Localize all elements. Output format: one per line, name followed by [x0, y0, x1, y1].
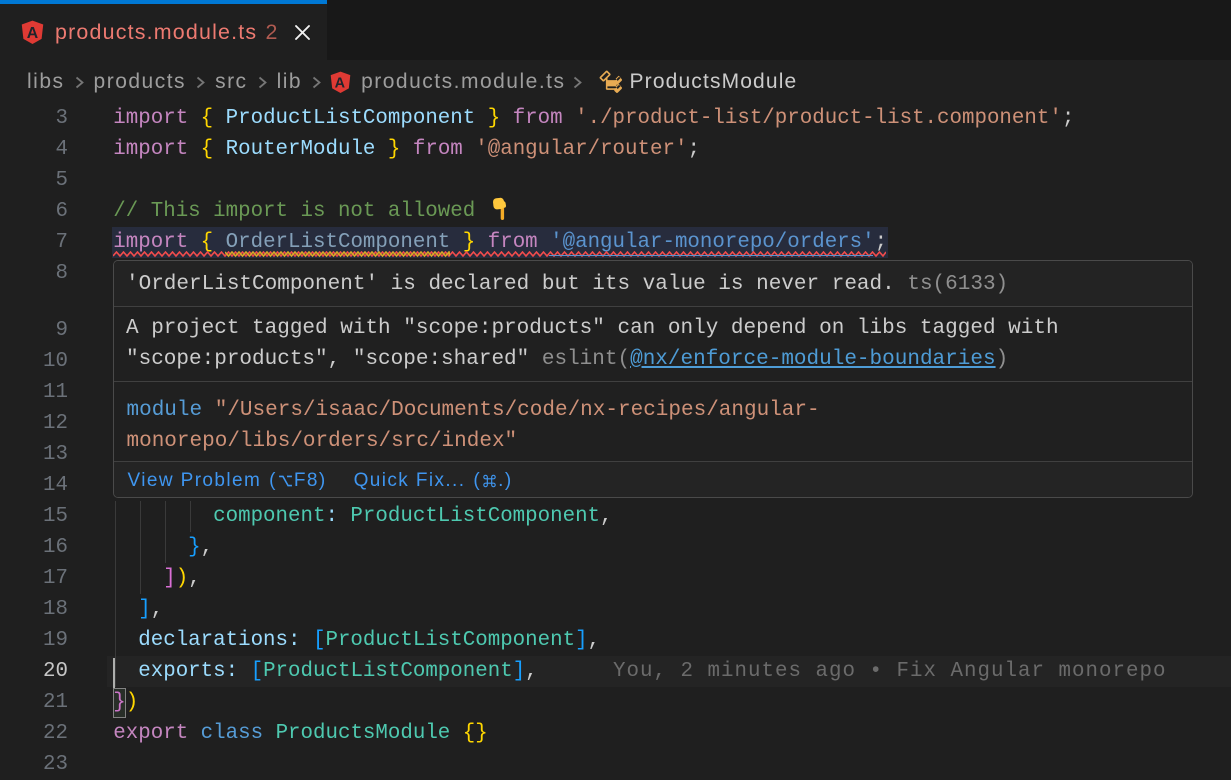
svg-text:A: A	[335, 75, 347, 91]
svg-text:A: A	[27, 25, 38, 42]
